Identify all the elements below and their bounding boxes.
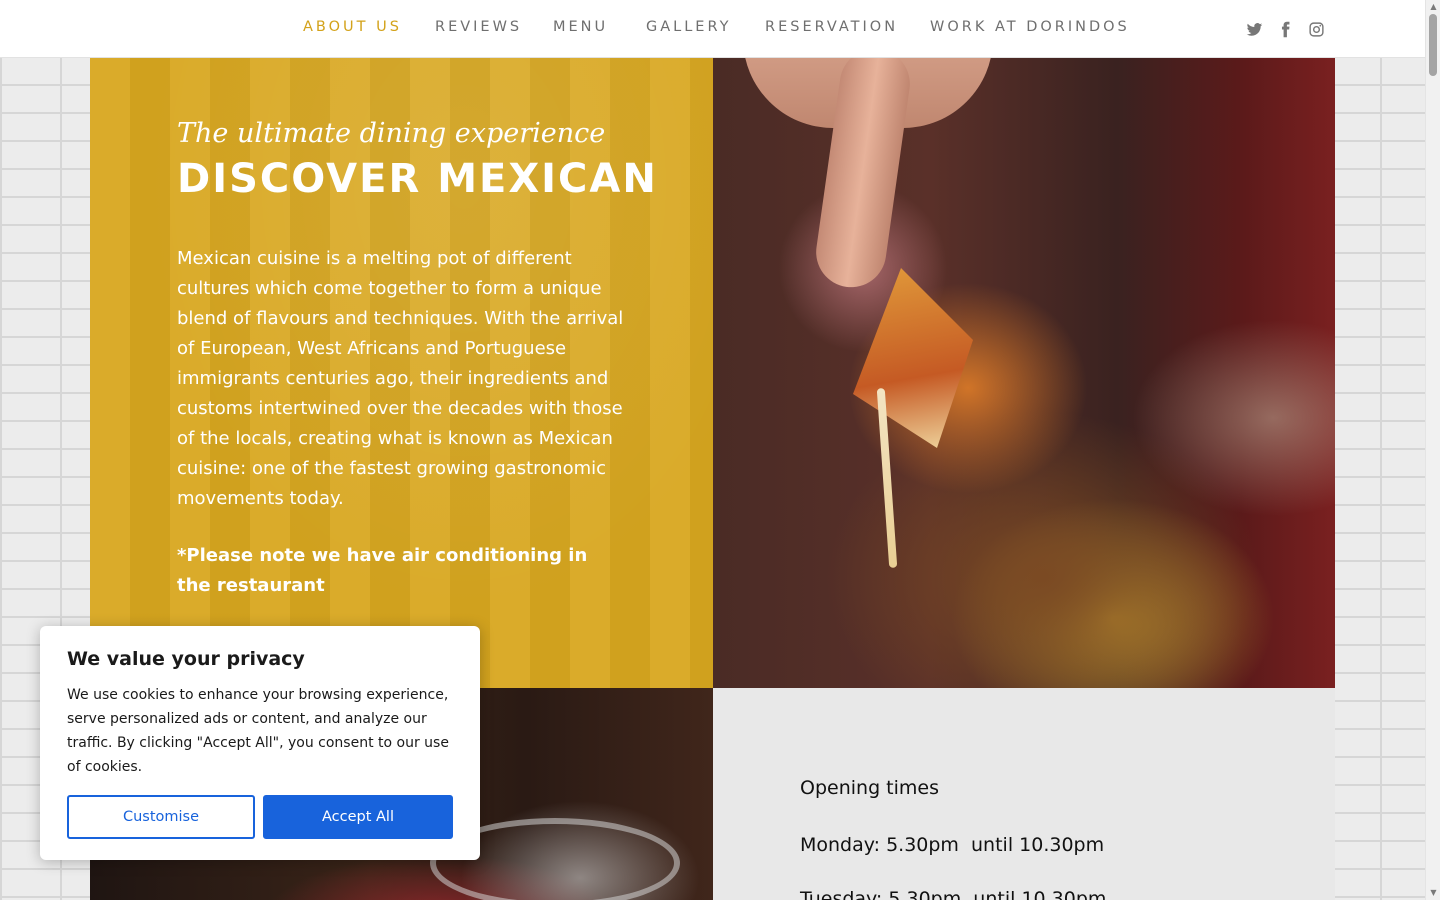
cookie-text: We use cookies to enhance your browsing … [67,687,449,775]
nav-item-reservation[interactable]: RESERVATION [765,19,898,35]
about-section: The ultimate dining experience DISCOVER … [90,58,713,688]
hours-row-monday: Monday: 5.30pm until 10.30pm [800,834,1105,856]
top-navbar: ABOUT US REVIEWS MENU GALLERY RESERVATIO… [0,0,1425,58]
about-headline: DISCOVER MEXICAN [177,156,658,202]
nav-item-menu[interactable]: MENU [553,19,608,35]
cookie-consent-banner: We value your privacy We use cookies to … [40,626,480,860]
nav-item-work-at-dorindos[interactable]: WORK AT DORINDOS [930,19,1130,35]
about-description: Mexican cuisine is a melting pot of diff… [177,248,624,509]
facebook-icon[interactable] [1275,19,1295,39]
opening-times-section: Opening times Monday: 5.30pm until 10.30… [713,688,1335,900]
accept-all-button[interactable]: Accept All [263,795,453,839]
page-scrollbar[interactable]: ▲ ▼ [1425,0,1440,900]
twitter-icon[interactable] [1244,19,1264,39]
nav-item-reviews[interactable]: REVIEWS [435,19,522,35]
about-tagline: The ultimate dining experience [177,118,606,149]
nachos-photo [713,58,1335,688]
hours-row-tuesday: Tuesday: 5.30pm until 10.30pm [800,888,1107,900]
nav-item-about-us[interactable]: ABOUT US [303,19,402,35]
opening-times-title: Opening times [800,777,939,799]
nav-item-gallery[interactable]: GALLERY [646,19,731,35]
cookie-title: We value your privacy [67,648,305,670]
customise-button[interactable]: Customise [67,795,255,839]
instagram-icon[interactable] [1306,19,1326,39]
air-conditioning-note: *Please note we have air conditioning in… [177,545,588,596]
nacho-chip-shape [853,268,973,448]
scroll-down-arrow-icon[interactable]: ▼ [1426,886,1440,900]
scroll-up-arrow-icon[interactable]: ▲ [1426,0,1440,14]
scroll-thumb[interactable] [1429,14,1437,76]
